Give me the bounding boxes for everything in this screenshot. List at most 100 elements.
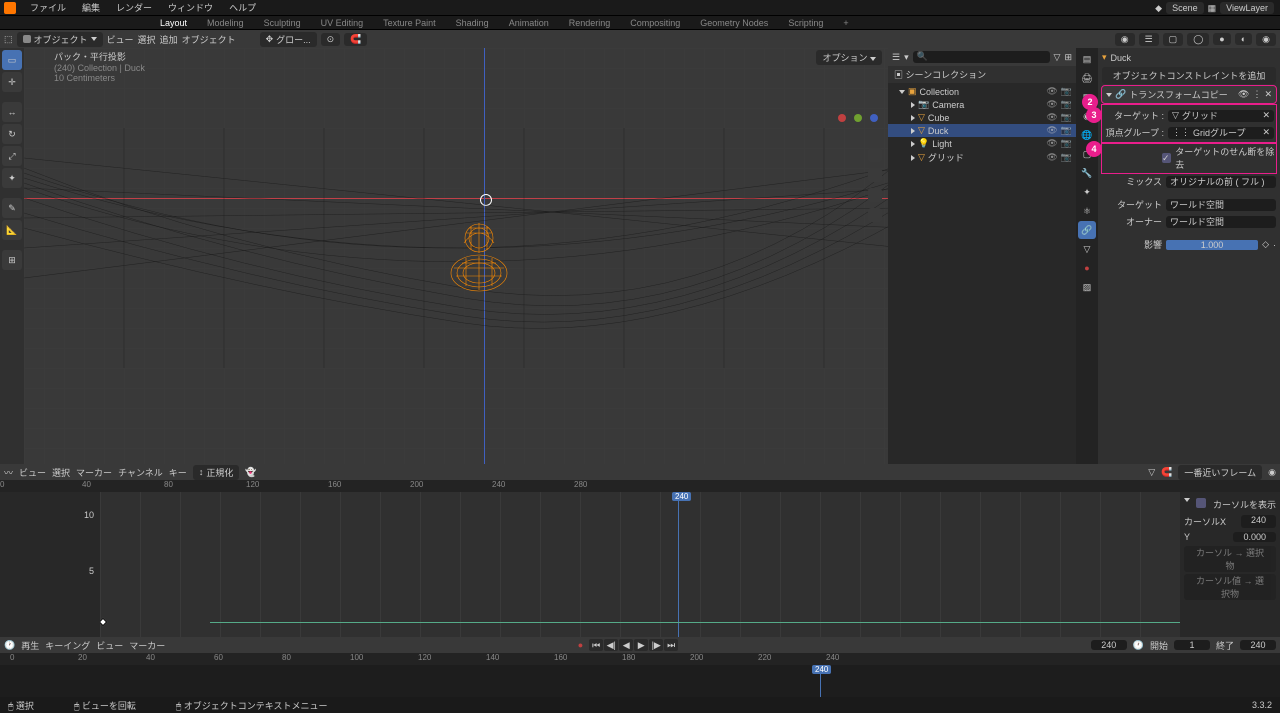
influence-slider[interactable]: 1.000 xyxy=(1166,240,1258,250)
tl-marker[interactable]: マーカー xyxy=(129,639,165,652)
outliner-item[interactable]: 📷 Camera👁📷 xyxy=(888,98,1076,111)
display-mode-icon[interactable]: ▾ xyxy=(904,52,909,63)
mode-select[interactable]: オブジェクト xyxy=(17,32,103,47)
disclosure-icon[interactable] xyxy=(911,115,915,121)
tab-uvediting[interactable]: UV Editing xyxy=(311,18,374,28)
eye-icon[interactable]: 👁 xyxy=(1046,99,1057,110)
move-view-icon[interactable] xyxy=(868,168,882,182)
gizmo-toggle[interactable]: ◉ xyxy=(1115,33,1135,46)
checkbox[interactable] xyxy=(1196,498,1206,508)
tab-layout[interactable]: Layout xyxy=(150,18,197,28)
delete-icon[interactable]: ✕ xyxy=(1264,89,1272,100)
editor-type-icon[interactable]: ☰ xyxy=(892,52,900,63)
nav-gizmo[interactable] xyxy=(838,98,878,138)
tab-data[interactable]: ▽ xyxy=(1078,240,1096,258)
jump-end-button[interactable]: ⏭ xyxy=(664,639,678,651)
shading-rendered[interactable]: ◉ xyxy=(1256,33,1276,46)
tab-render[interactable]: ▤ xyxy=(1078,50,1096,68)
prev-key-button[interactable]: ◀| xyxy=(604,639,618,651)
shading-solid[interactable]: ● xyxy=(1213,33,1230,45)
driver-icon[interactable]: · xyxy=(1273,240,1276,250)
target-field[interactable]: ▽グリッド✕ xyxy=(1168,110,1274,122)
snap-icon[interactable]: 🧲 xyxy=(1161,467,1172,478)
tab-constraints[interactable]: 🔗 xyxy=(1078,221,1096,239)
menu-edit[interactable]: 編集 xyxy=(74,1,108,14)
jump-start-button[interactable]: ⏮ xyxy=(589,639,603,651)
owner-space-field[interactable]: ワールド空間 xyxy=(1166,216,1276,228)
cursor-to-sel-button[interactable]: カーソル → 選択物 xyxy=(1184,546,1276,572)
eye-icon[interactable]: 👁 xyxy=(1046,125,1057,136)
tool-cursor[interactable]: ✛ xyxy=(2,72,22,92)
eye-icon[interactable]: 👁 xyxy=(1046,112,1057,123)
tool-select-box[interactable]: ▭ xyxy=(2,50,22,70)
outliner-item[interactable]: ▣ Collection👁📷 xyxy=(888,85,1076,98)
tl-keying[interactable]: キーイング xyxy=(45,639,90,652)
tool-transform[interactable]: ✦ xyxy=(2,168,22,188)
tab-shading[interactable]: Shading xyxy=(446,18,499,28)
cursor-y-value[interactable]: 0.000 xyxy=(1233,532,1276,542)
tab-physics[interactable]: ⚛ xyxy=(1078,202,1096,220)
tab-add[interactable]: + xyxy=(833,18,858,28)
hdr-object[interactable]: オブジェクト xyxy=(182,33,236,46)
menu-window[interactable]: ウィンドウ xyxy=(160,1,221,14)
tool-scale[interactable]: ⤢ xyxy=(2,146,22,166)
proportional-icon[interactable]: ◉ xyxy=(1268,467,1276,478)
disclosure-icon[interactable] xyxy=(911,128,915,134)
editor-type-icon[interactable]: ⬚ xyxy=(4,34,13,45)
render-icon[interactable]: 📷 xyxy=(1061,138,1072,149)
disclosure-icon[interactable] xyxy=(911,155,915,161)
autokey-icon[interactable]: ● xyxy=(578,640,583,650)
nearest-frame[interactable]: 一番近いフレーム xyxy=(1178,465,1262,480)
tab-compositing[interactable]: Compositing xyxy=(620,18,690,28)
editor-type-icon[interactable]: 🕐 xyxy=(4,640,15,651)
overlay-toggle[interactable]: ☰ xyxy=(1139,33,1159,46)
end-frame-input[interactable]: 240 xyxy=(1240,640,1276,650)
render-icon[interactable]: 📷 xyxy=(1061,152,1072,163)
cursor-x-value[interactable]: 240 xyxy=(1241,515,1276,528)
clear-icon[interactable]: ✕ xyxy=(1262,127,1270,138)
checkbox[interactable]: ✓ xyxy=(1162,153,1171,163)
outliner-item[interactable]: ▽ グリッド👁📷 xyxy=(888,150,1076,165)
constraint-header[interactable]: 🔗 トランスフォームコピー 👁 ⋮ ✕ xyxy=(1102,86,1276,103)
render-icon[interactable]: 📷 xyxy=(1061,99,1072,110)
ge-select[interactable]: 選択 xyxy=(52,466,70,479)
normalize-toggle[interactable]: ↕正規化 xyxy=(193,465,240,480)
snap-toggle[interactable]: 🧲 xyxy=(344,33,367,46)
outliner-item[interactable]: ▽ Duck👁📷 xyxy=(888,124,1076,137)
preview-range-icon[interactable]: 🕐 xyxy=(1133,640,1144,651)
viewlayer-field[interactable]: ViewLayer xyxy=(1220,2,1274,14)
menu-file[interactable]: ファイル xyxy=(22,1,74,14)
orientation-select[interactable]: ✥グロー... xyxy=(260,32,317,47)
render-icon[interactable]: 📷 xyxy=(1061,112,1072,123)
ge-marker[interactable]: マーカー xyxy=(76,466,112,479)
tl-view[interactable]: ビュー xyxy=(96,639,123,652)
eye-icon[interactable]: 👁 xyxy=(1046,86,1057,97)
tool-annotate[interactable]: ✎ xyxy=(2,198,22,218)
gizmo-x-icon[interactable] xyxy=(838,114,846,122)
tab-texture[interactable]: ▨ xyxy=(1078,278,1096,296)
tab-texturepaint[interactable]: Texture Paint xyxy=(373,18,446,28)
graph-area[interactable]: 240 xyxy=(100,492,1180,637)
add-constraint-button[interactable]: オブジェクトコンストレイントを追加 xyxy=(1102,67,1276,84)
extras-icon[interactable]: ⋮ xyxy=(1252,89,1261,100)
start-frame-input[interactable]: 1 xyxy=(1174,640,1210,650)
gizmo-z-icon[interactable] xyxy=(870,114,878,122)
channel-list[interactable]: 10 5 xyxy=(0,492,100,637)
current-frame-input[interactable]: 240 xyxy=(1091,640,1127,650)
playhead[interactable] xyxy=(678,492,679,637)
tool-add[interactable]: ⊞ xyxy=(2,250,22,270)
camera-view-icon[interactable] xyxy=(868,188,882,202)
play-button[interactable]: ▶ xyxy=(634,639,648,651)
hdr-add[interactable]: 追加 xyxy=(160,33,178,46)
eye-icon[interactable]: 👁 xyxy=(1238,89,1249,100)
cursor-display-toggle[interactable]: カーソルを表示 xyxy=(1184,496,1276,513)
tab-modifiers[interactable]: 🔧 xyxy=(1078,164,1096,182)
menu-render[interactable]: レンダー xyxy=(108,1,160,14)
ge-key[interactable]: キー xyxy=(169,466,187,479)
ge-channel[interactable]: チャンネル xyxy=(118,466,163,479)
perspective-icon[interactable] xyxy=(868,208,882,222)
hdr-select[interactable]: 選択 xyxy=(138,33,156,46)
tool-move[interactable]: ↔ xyxy=(2,102,22,122)
target-space-field[interactable]: ワールド空間 xyxy=(1166,199,1276,211)
keyframe-icon[interactable]: ◇ xyxy=(1262,239,1269,250)
